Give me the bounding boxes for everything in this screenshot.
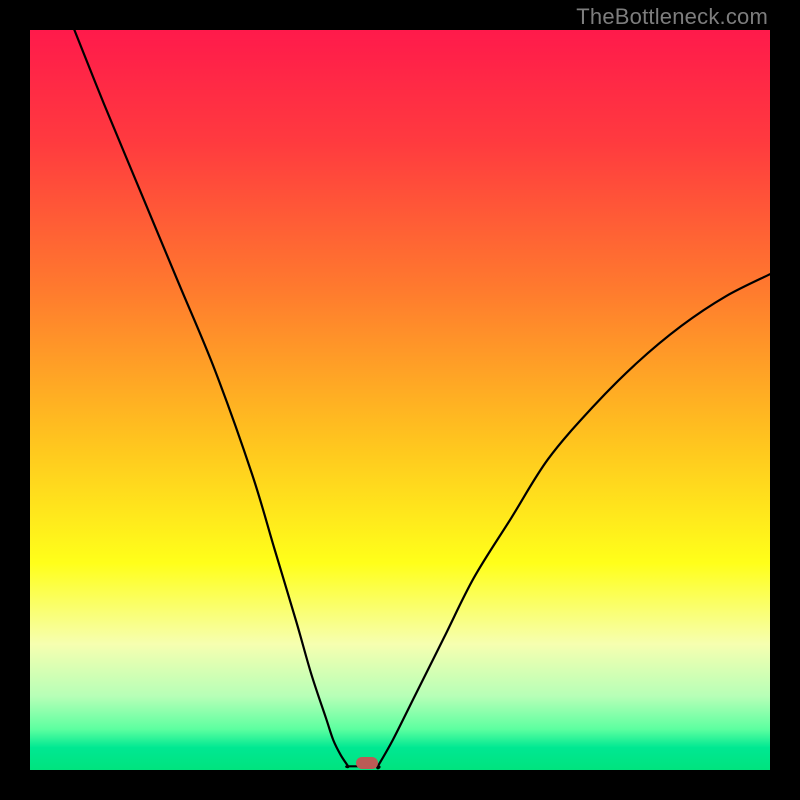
watermark-text: TheBottleneck.com <box>576 4 768 30</box>
plot-area <box>30 30 770 770</box>
optimum-marker <box>356 757 378 769</box>
bottleneck-curve <box>30 30 770 770</box>
chart-frame: TheBottleneck.com <box>0 0 800 800</box>
